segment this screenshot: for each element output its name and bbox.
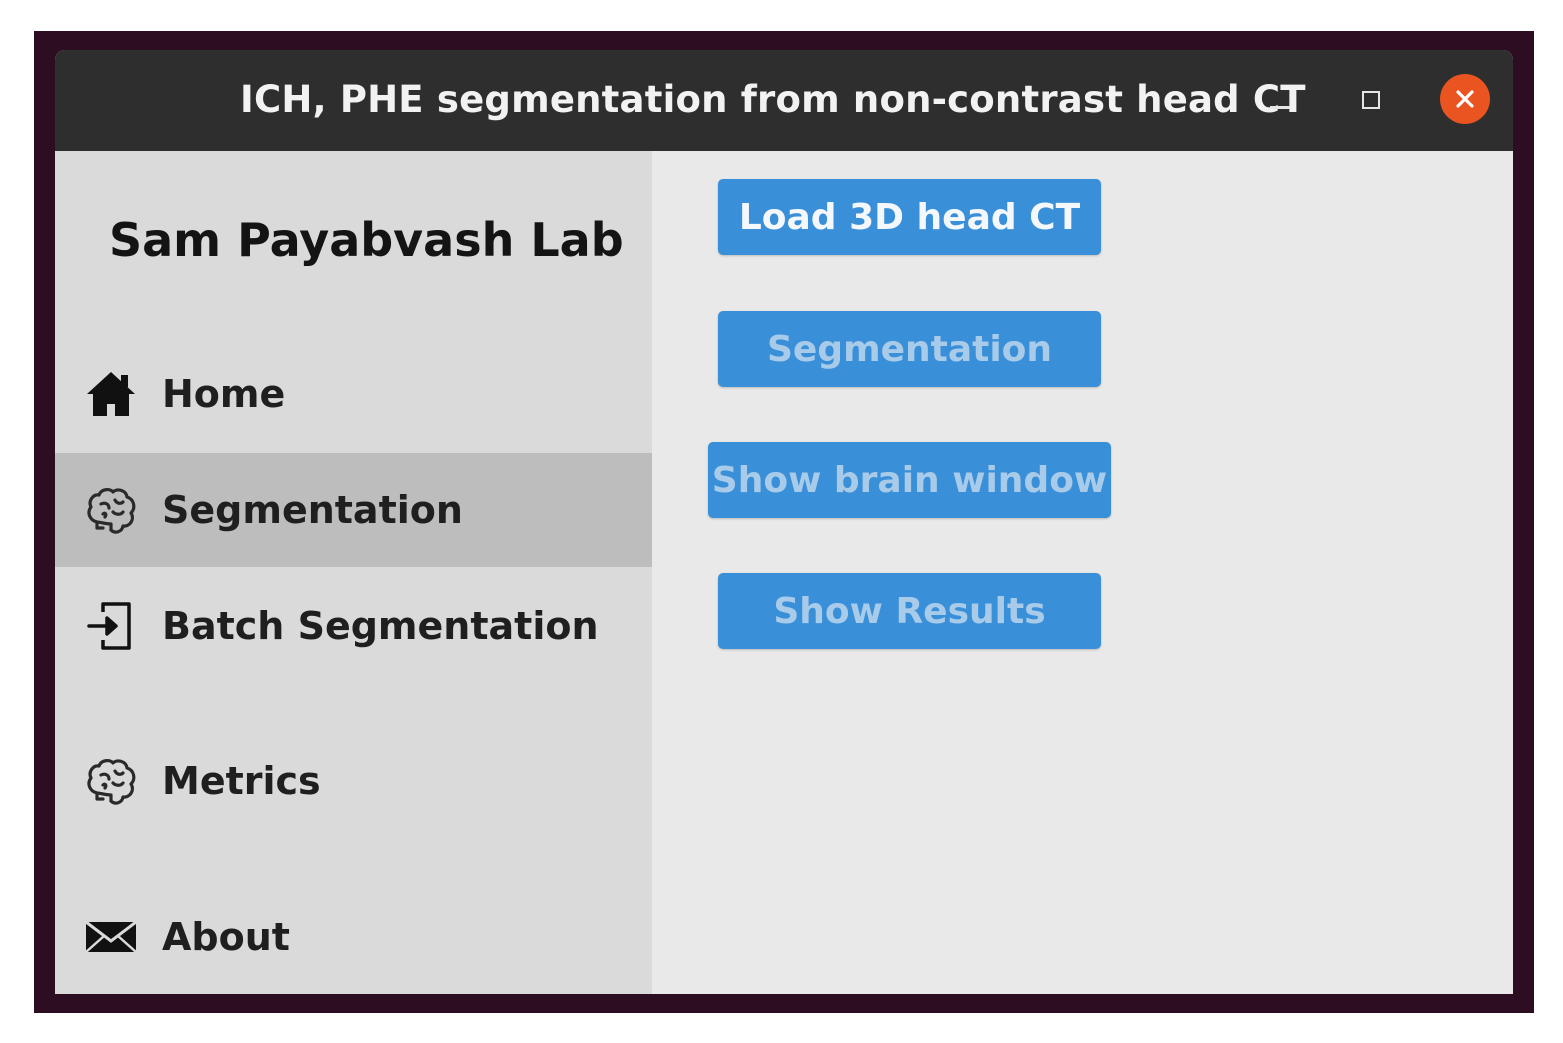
segmentation-button[interactable]: Segmentation	[718, 311, 1101, 387]
sidebar-item-about[interactable]: About	[55, 880, 652, 994]
envelope-icon	[83, 909, 139, 965]
show-results-button[interactable]: Show Results	[718, 573, 1101, 649]
app-window: ICH, PHE segmentation from non-contrast …	[55, 50, 1513, 994]
close-icon	[1456, 90, 1474, 108]
brain-icon	[83, 482, 139, 538]
window-title: ICH, PHE segmentation from non-contrast …	[240, 78, 1306, 121]
lab-title: Sam Payabvash Lab	[109, 213, 624, 267]
show-brain-window-button[interactable]: Show brain window	[708, 442, 1111, 518]
close-button[interactable]	[1440, 74, 1490, 124]
home-icon	[83, 366, 139, 422]
sidebar: Sam Payabvash Lab Home Segmentation Batc…	[55, 151, 652, 994]
sidebar-item-label: Segmentation	[162, 488, 463, 532]
minimize-button[interactable]	[1260, 80, 1300, 120]
sidebar-item-segmentation[interactable]: Segmentation	[55, 453, 652, 567]
sidebar-item-label: Home	[162, 372, 286, 416]
sidebar-item-home[interactable]: Home	[55, 337, 652, 451]
minimize-icon	[1270, 105, 1290, 109]
maximize-button[interactable]	[1351, 80, 1391, 120]
sidebar-item-metrics[interactable]: Metrics	[55, 724, 652, 838]
sidebar-item-batch-segmentation[interactable]: Batch Segmentation	[55, 569, 652, 683]
load-3d-head-ct-button[interactable]: Load 3D head CT	[718, 179, 1101, 255]
main-content: Load 3D head CT Segmentation Show brain …	[652, 151, 1513, 994]
sidebar-item-label: Metrics	[162, 759, 321, 803]
maximize-icon	[1362, 91, 1380, 109]
title-bar[interactable]: ICH, PHE segmentation from non-contrast …	[55, 50, 1513, 151]
sidebar-item-label: About	[162, 915, 290, 959]
brain-icon	[83, 753, 139, 809]
sign-in-icon	[83, 598, 139, 654]
sidebar-item-label: Batch Segmentation	[162, 604, 599, 648]
